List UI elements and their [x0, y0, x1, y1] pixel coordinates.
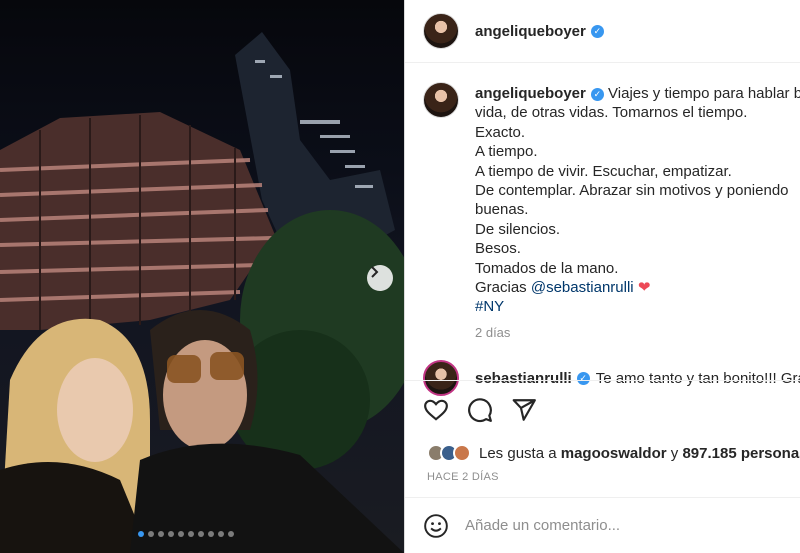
action-bar — [423, 397, 537, 428]
carousel-dot — [178, 531, 184, 537]
caption-line: buenas. — [475, 201, 529, 219]
photo-scene — [0, 32, 404, 553]
caption-thanks: Gracias — [475, 279, 527, 297]
caption-area: angeliqueboyer ✓ Viajes y tiempo para hab… — [405, 64, 800, 364]
comment-composer — [405, 497, 800, 553]
caption-line: Besos. — [475, 240, 521, 258]
post-timestamp[interactable]: HACE 2 DÍAS — [427, 471, 499, 483]
carousel-dot — [208, 531, 214, 537]
share-button[interactable] — [511, 397, 537, 428]
verified-badge-icon: ✓ — [576, 371, 590, 385]
caption-line: A tiempo. — [475, 143, 538, 161]
caption-text: angeliqueboyer ✓ Viajes y tiempo para hab… — [475, 84, 800, 317]
commenter-username[interactable]: sebastianrulli — [475, 370, 572, 387]
carousel-dot — [148, 531, 154, 537]
hashtag-link[interactable]: #NY — [475, 297, 800, 316]
carousel-dot — [188, 531, 194, 537]
carousel-dot — [168, 531, 174, 537]
caption-username[interactable]: angeliqueboyer — [475, 85, 586, 102]
carousel-dot — [158, 531, 164, 537]
paper-plane-icon — [512, 399, 536, 421]
post-header: angeliqueboyer ✓ — [405, 0, 800, 63]
likes-prefix: Les gusta a — [479, 444, 557, 462]
mention-link[interactable]: @sebastianrulli — [531, 279, 634, 296]
carousel-dot — [218, 531, 224, 537]
caption-avatar[interactable] — [423, 82, 459, 118]
carousel-dot — [138, 531, 144, 537]
post-photo[interactable] — [0, 0, 404, 553]
caption-line: De silencios. — [475, 220, 561, 238]
carousel-dots — [138, 531, 234, 537]
comment-text: Te amo tanto y tan bonito!!! Gra — [595, 369, 800, 387]
verified-badge-icon: ✓ — [590, 24, 604, 38]
caption-line: De contemplar. Abrazar sin motivos y pon… — [475, 182, 789, 200]
like-button[interactable] — [423, 397, 449, 428]
caption-line: Exacto. — [475, 123, 526, 141]
caption-line: vida, de otras vidas. Tomarnos el tiempo… — [475, 104, 748, 122]
caption-line: A tiempo de vivir. Escuchar, empatizar. — [475, 162, 732, 180]
liker-avatar — [453, 444, 471, 462]
carousel-dot — [198, 531, 204, 537]
likes-user[interactable]: magooswaldor — [561, 445, 667, 462]
verified-badge-icon: ✓ — [590, 88, 604, 102]
actions-divider — [405, 380, 800, 381]
author-avatar[interactable] — [423, 13, 459, 49]
caption-line: Viajes y tiempo para hablar b — [608, 85, 800, 102]
liker-avatars[interactable] — [427, 444, 471, 462]
caption-age[interactable]: 2 días — [475, 325, 510, 340]
emoji-smile-icon[interactable] — [423, 513, 449, 539]
comment-bubble-icon — [468, 398, 492, 422]
carousel-dot — [228, 531, 234, 537]
caption-line: Tomados de la mano. — [475, 259, 619, 277]
comment-input[interactable] — [465, 517, 765, 534]
heart-outline-icon — [424, 399, 448, 421]
comment-button[interactable] — [467, 397, 493, 428]
likes-count[interactable]: 897.185 personas — [682, 445, 800, 462]
comment-preview: sebastianrulli ✓ Te amo tanto y tan boni… — [423, 360, 800, 396]
post-side-panel: angeliqueboyer ✓ angeliqueboyer ✓ Viajes … — [405, 0, 800, 553]
chevron-right-icon — [371, 266, 379, 278]
likes-connector: y — [670, 444, 679, 462]
commenter-avatar[interactable] — [423, 360, 459, 396]
carousel-next-button[interactable] — [367, 265, 393, 291]
heart-emoji: ❤ — [637, 279, 651, 297]
likes-summary: Les gusta a magooswaldor y 897.185 perso… — [427, 444, 800, 462]
author-username[interactable]: angeliqueboyer — [475, 23, 586, 40]
